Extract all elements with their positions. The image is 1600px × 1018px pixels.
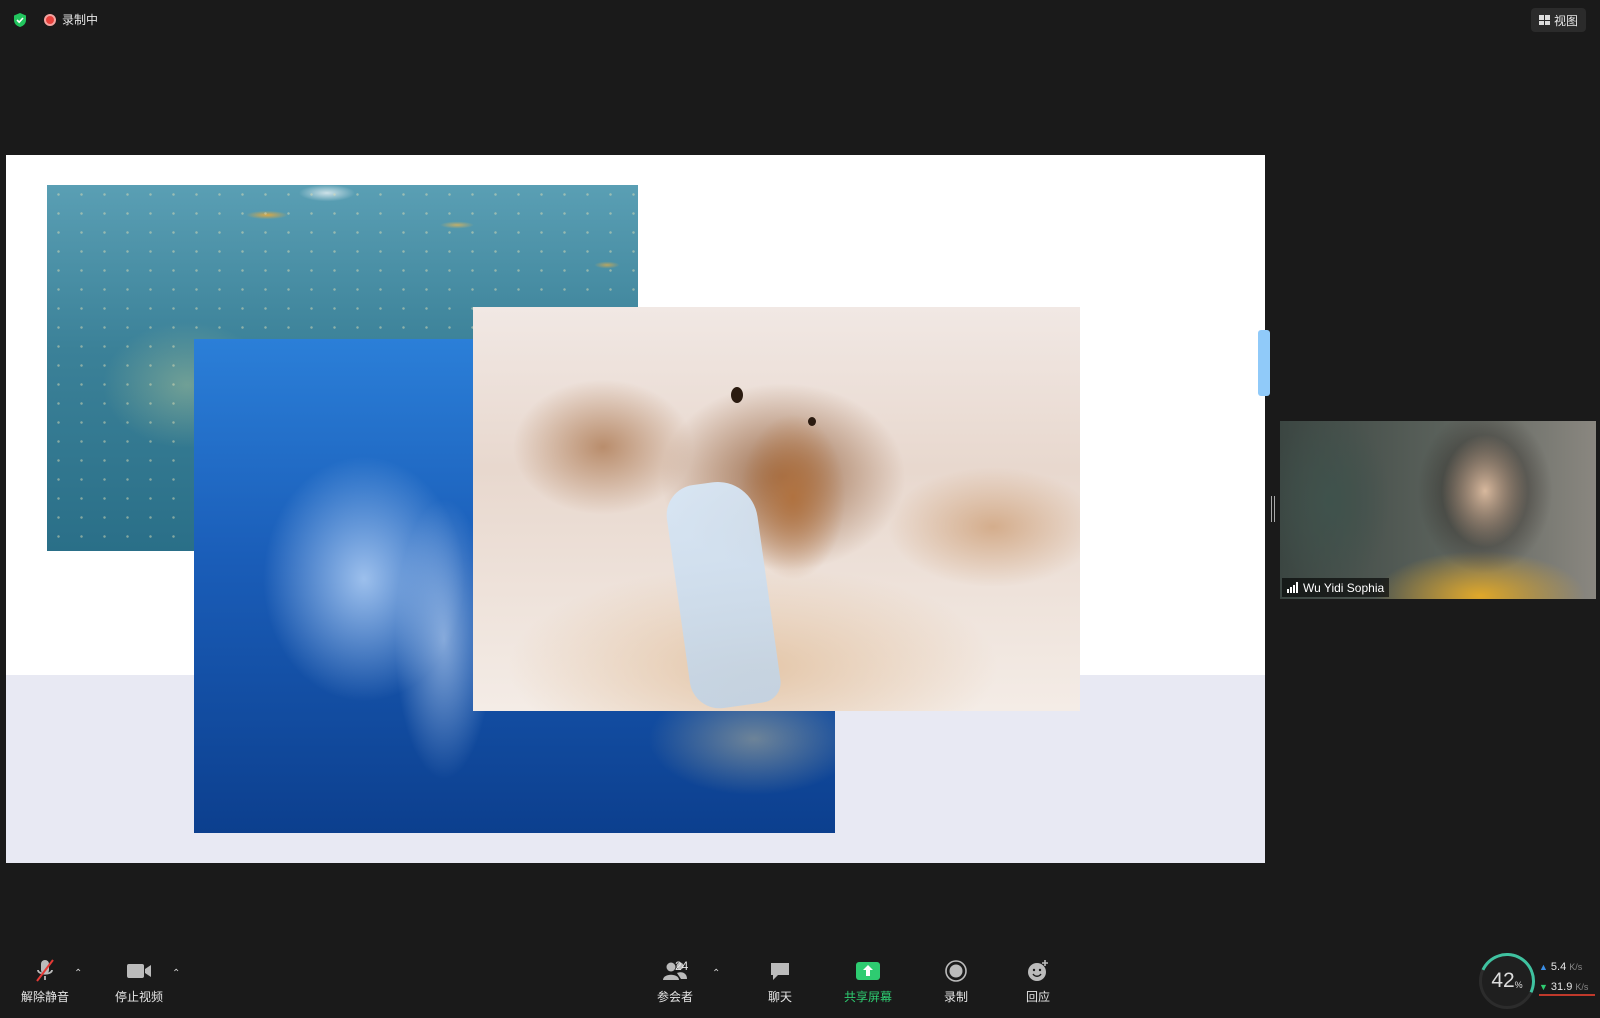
download-speed-value: 31.9 <box>1550 981 1573 993</box>
view-button[interactable]: 视图 <box>1530 8 1586 32</box>
record-label: 录制 <box>943 990 968 1004</box>
participants-count: 24 <box>675 959 689 973</box>
muted-microphone-icon <box>32 958 58 984</box>
reactions-button[interactable]: 回应 <box>1003 958 1073 1005</box>
record-icon <box>943 958 969 984</box>
record-button[interactable]: 录制 <box>921 958 991 1005</box>
share-screen-button[interactable]: 共享屏幕 <box>833 958 903 1005</box>
participant-name-tag: Wu Yidi Sophia <box>1282 578 1390 597</box>
emoji-reaction-icon <box>1025 958 1051 984</box>
upload-speed-value: 5.4 <box>1550 961 1567 973</box>
network-status-widget[interactable]: 42 % ▲ 5.4 K/s ▼ 31.9 K/s <box>1471 945 1597 1017</box>
recording-indicator[interactable]: 录制中 <box>44 11 98 28</box>
participant-video-tile[interactable]: Wu Yidi Sophia <box>1280 421 1596 599</box>
stop-video-button[interactable]: 停止视频 <box>104 958 174 1005</box>
security-shield-icon[interactable] <box>12 12 28 28</box>
cpu-usage-gauge: 42 % <box>1471 945 1543 1017</box>
upload-speed: ▲ 5.4 K/s <box>1539 959 1582 975</box>
audio-options-caret-icon[interactable]: ⌃ <box>74 968 82 979</box>
reactions-label: 回应 <box>1025 990 1050 1004</box>
chat-label: 聊天 <box>767 990 792 1004</box>
participants-button[interactable]: 24 参会者 <box>640 958 710 1005</box>
shared-screen-slide <box>6 155 1265 863</box>
share-screen-icon <box>855 958 881 984</box>
download-speed: ▼ 31.9 K/s <box>1539 980 1595 996</box>
recording-status-text: 录制中 <box>62 13 99 27</box>
recording-dot-icon <box>44 13 56 26</box>
slide-scroll-handle[interactable] <box>1258 330 1270 396</box>
grid-view-icon <box>1538 15 1550 25</box>
participants-label: 参会者 <box>656 990 693 1004</box>
participant-name: Wu Yidi Sophia <box>1303 580 1385 595</box>
download-arrow-icon: ▼ <box>1539 982 1548 992</box>
stop-video-label: 停止视频 <box>114 990 163 1004</box>
meeting-toolbar: 解除静音 ⌃ 停止视频 ⌃ 24 参会者 ⌃ 聊天 共享屏幕 录制 回应 <box>0 958 1600 1018</box>
video-camera-icon <box>126 958 152 984</box>
video-options-caret-icon[interactable]: ⌃ <box>172 968 180 979</box>
share-screen-label: 共享屏幕 <box>843 990 892 1004</box>
unmute-label: 解除静音 <box>20 990 69 1004</box>
upload-arrow-icon: ▲ <box>1539 962 1548 972</box>
turtle-eye <box>808 417 816 426</box>
participants-options-caret-icon[interactable]: ⌃ <box>712 968 720 979</box>
unmute-button[interactable]: 解除静音 <box>10 958 80 1005</box>
chat-bubble-icon <box>767 958 793 984</box>
download-speed-unit: K/s <box>1575 982 1589 992</box>
top-bar: 录制中 视图 <box>0 0 1600 40</box>
turtle-nostril <box>731 387 743 403</box>
chat-button[interactable]: 聊天 <box>745 958 815 1005</box>
cpu-usage-arc <box>1471 945 1543 1017</box>
upload-speed-unit: K/s <box>1569 962 1583 972</box>
panel-resize-handle[interactable] <box>1271 496 1275 522</box>
view-button-label: 视图 <box>1553 13 1578 28</box>
plastic-in-mouth <box>662 476 784 711</box>
turtle-eating-plastic-photo <box>473 307 1080 711</box>
signal-strength-icon <box>1287 582 1298 593</box>
